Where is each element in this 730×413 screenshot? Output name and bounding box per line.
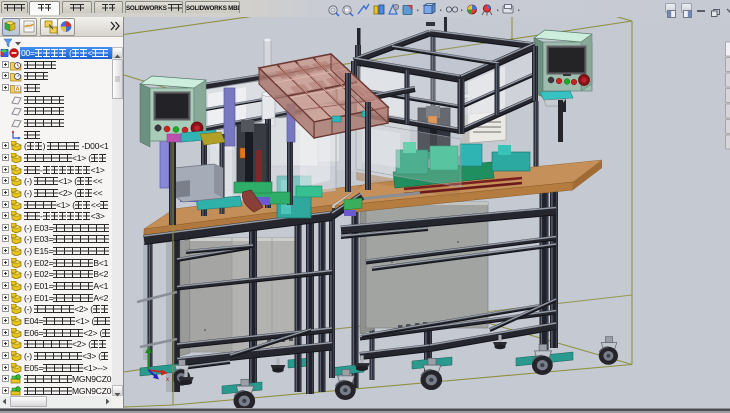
svg-text:x: x — [166, 377, 169, 383]
svg-text:A: A — [16, 87, 20, 93]
